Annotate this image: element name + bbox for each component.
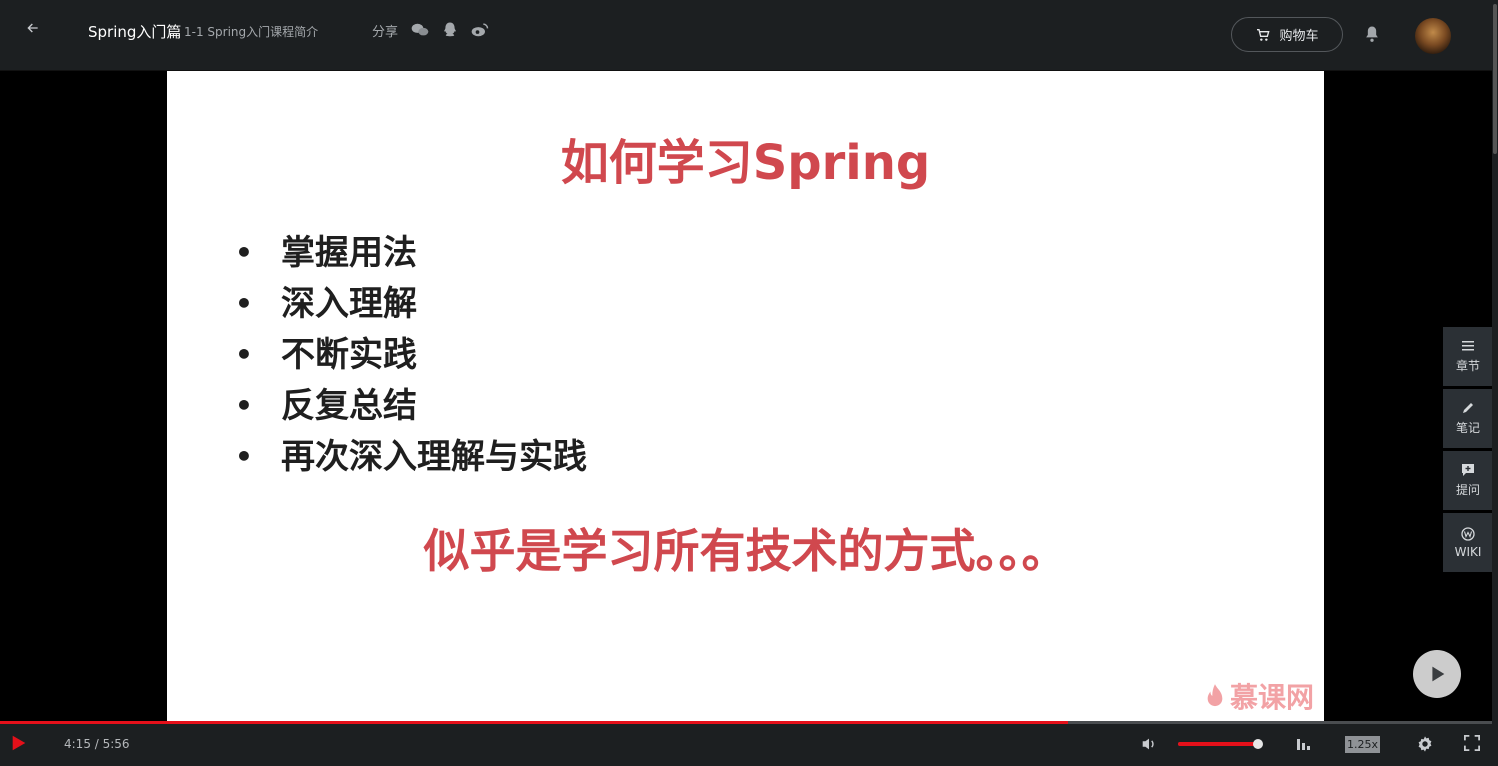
gear-icon[interactable] (1416, 735, 1434, 753)
questions-button[interactable]: 提问 (1443, 451, 1493, 510)
play-button[interactable] (10, 734, 30, 754)
avatar[interactable] (1415, 18, 1451, 54)
top-bar: Spring入门篇 1-1 Spring入门课程简介 分享 购物车 (0, 0, 1498, 71)
wechat-icon[interactable] (410, 20, 430, 40)
watermark-text: 慕课网 (1229, 681, 1314, 714)
watermark-logo: 慕课网 (1204, 676, 1314, 716)
side-panel: 章节 笔记 提问 WIKI (1443, 327, 1493, 575)
volume-fill (1178, 742, 1258, 746)
weibo-icon[interactable] (470, 20, 490, 40)
back-arrow-icon[interactable] (22, 20, 44, 42)
list-icon (1462, 341, 1474, 351)
bullet-item: 不断实践 (235, 331, 587, 382)
scrollbar-thumb[interactable] (1493, 4, 1497, 154)
chapters-button[interactable]: 章节 (1443, 327, 1493, 386)
share-label: 分享 (372, 25, 399, 40)
bell-icon[interactable] (1362, 24, 1384, 46)
video-player[interactable]: 如何学习Spring 掌握用法 深入理解 不断实践 反复总结 再次深入理解与实践… (0, 71, 1492, 722)
speed-button[interactable]: 1.25x (1345, 736, 1381, 753)
slide-title: 如何学习Spring (560, 135, 931, 191)
questions-label: 提问 (1455, 483, 1480, 497)
big-play-button[interactable] (1413, 650, 1461, 698)
play-icon (1432, 666, 1445, 682)
cart-label: 购物车 (1279, 29, 1319, 44)
volume-icon[interactable] (1140, 735, 1158, 753)
bullet-list: 掌握用法 深入理解 不断实践 反复总结 再次深入理解与实践 (235, 229, 587, 484)
cart-icon (1257, 28, 1271, 41)
question-icon (1462, 464, 1474, 476)
cart-button[interactable]: 购物车 (1231, 17, 1343, 52)
bullet-item: 反复总结 (235, 382, 587, 433)
wiki-label: WIKI (1454, 544, 1482, 559)
lesson-title: 1-1 Spring入门课程简介 (184, 25, 319, 39)
volume-slider[interactable] (1178, 739, 1263, 749)
quality-icon[interactable] (1296, 736, 1312, 752)
course-title[interactable]: Spring入门篇 (88, 21, 181, 42)
slide-note: 似乎是学习所有技术的方式。。。 (423, 524, 1068, 578)
chapters-label: 章节 (1455, 359, 1480, 373)
bullet-item: 掌握用法 (235, 229, 587, 280)
notes-button[interactable]: 笔记 (1443, 389, 1493, 448)
slide: 如何学习Spring 掌握用法 深入理解 不断实践 反复总结 再次深入理解与实践… (167, 71, 1324, 722)
bullet-item: 深入理解 (235, 280, 587, 331)
flame-icon (1207, 684, 1223, 707)
fullscreen-icon[interactable] (1464, 735, 1482, 753)
wiki-button[interactable]: WIKI (1443, 513, 1493, 572)
wiki-icon (1461, 526, 1475, 541)
page-scrollbar[interactable] (1492, 0, 1498, 766)
time-display: 4:15 / 5:56 (64, 737, 130, 751)
play-icon (12, 735, 26, 751)
control-bar: 4:15 / 5:56 1.25x (0, 724, 1492, 766)
bullet-item: 再次深入理解与实践 (235, 433, 587, 484)
qq-icon[interactable] (440, 20, 460, 40)
volume-knob[interactable] (1253, 739, 1263, 749)
pencil-icon (1463, 403, 1473, 413)
notes-label: 笔记 (1455, 421, 1480, 435)
